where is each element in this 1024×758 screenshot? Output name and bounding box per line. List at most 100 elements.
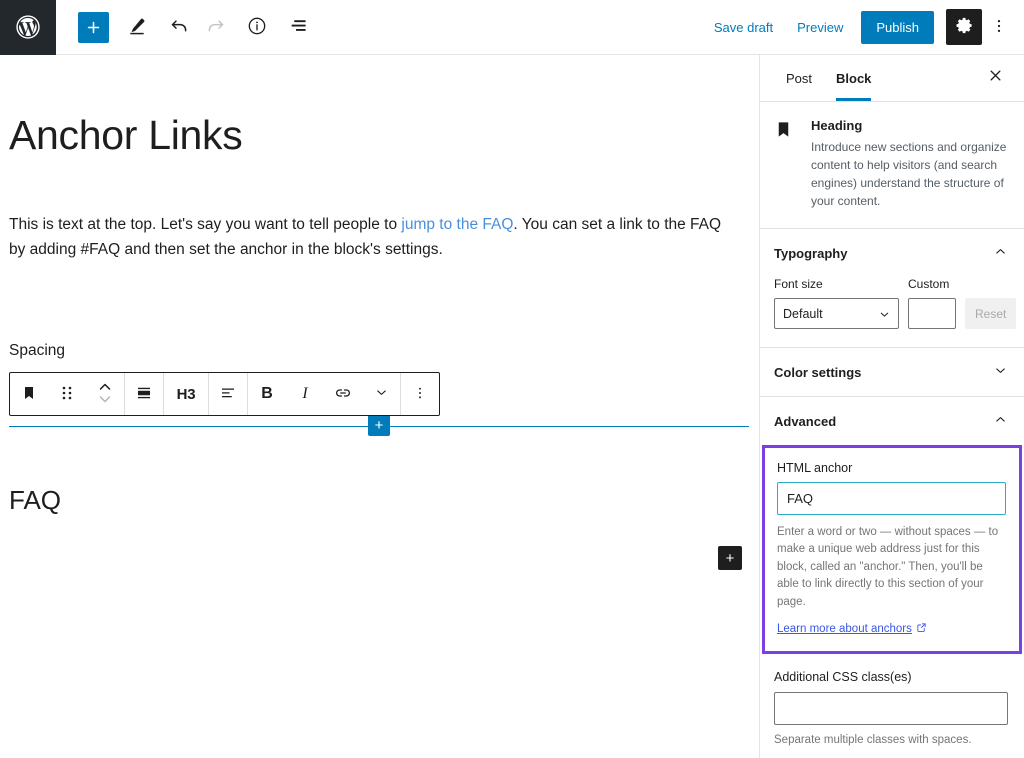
top-bar-right-tools: Save draft Preview Publish bbox=[702, 9, 1024, 45]
panel-header-typography[interactable]: Typography bbox=[760, 229, 1024, 277]
wordpress-logo-icon bbox=[14, 13, 42, 41]
post-title[interactable]: Anchor Links bbox=[9, 113, 242, 158]
redo-arrow-icon bbox=[205, 15, 226, 39]
list-view-button[interactable] bbox=[281, 9, 317, 45]
additional-css-classes-control: Additional CSS class(es) Separate multip… bbox=[760, 654, 1024, 746]
panel-header-color-settings[interactable]: Color settings bbox=[760, 348, 1024, 397]
paragraph-block[interactable]: This is text at the top. Let's say you w… bbox=[9, 212, 723, 262]
editor-top-bar: Save draft Preview Publish bbox=[0, 0, 1024, 55]
add-block-toggle-button[interactable] bbox=[78, 12, 109, 43]
block-toolbar-group-options bbox=[401, 373, 439, 415]
reset-font-size-button[interactable]: Reset bbox=[965, 298, 1016, 329]
settings-button[interactable] bbox=[946, 9, 982, 45]
gear-icon bbox=[955, 16, 974, 38]
html-anchor-input[interactable] bbox=[777, 482, 1006, 515]
change-block-type-button[interactable] bbox=[125, 373, 163, 415]
html-anchor-help-text: Enter a word or two — without spaces — t… bbox=[777, 524, 1006, 611]
wordpress-logo-button[interactable] bbox=[0, 0, 56, 55]
text-align-button[interactable] bbox=[209, 373, 247, 415]
block-card-title: Heading bbox=[811, 118, 1008, 133]
block-toolbar-group-transform bbox=[125, 373, 164, 415]
spacing-block-1[interactable]: Spacing bbox=[9, 342, 65, 360]
html-anchor-label: HTML anchor bbox=[777, 461, 1006, 475]
more-menu-button[interactable] bbox=[984, 9, 1014, 45]
panel-header-advanced[interactable]: Advanced bbox=[760, 397, 1024, 445]
typography-controls-row: Font size Default Custom Reset bbox=[774, 277, 1008, 329]
publish-button[interactable]: Publish bbox=[861, 11, 934, 44]
align-left-icon bbox=[219, 384, 237, 405]
edit-mode-button[interactable] bbox=[119, 9, 155, 45]
panel-title-advanced: Advanced bbox=[774, 414, 836, 429]
faq-heading-block[interactable]: FAQ bbox=[9, 485, 61, 516]
panel-title-typography: Typography bbox=[774, 246, 847, 261]
chevron-down-icon bbox=[374, 385, 389, 403]
block-transform-icon bbox=[135, 384, 153, 405]
block-type-heading-button[interactable] bbox=[10, 373, 48, 415]
block-card: Heading Introduce new sections and organ… bbox=[760, 102, 1024, 229]
jump-to-faq-link[interactable]: jump to the FAQ bbox=[401, 216, 513, 233]
link-icon bbox=[334, 384, 352, 405]
heading-level-button[interactable]: H3 bbox=[164, 373, 208, 415]
block-toolbar-group-format: B I bbox=[248, 373, 401, 415]
top-bar-left-tools bbox=[56, 9, 317, 45]
custom-font-size-input[interactable] bbox=[908, 298, 956, 329]
vertical-ellipsis-icon bbox=[990, 17, 1008, 38]
custom-font-size-control: Custom bbox=[908, 277, 956, 329]
undo-button[interactable] bbox=[161, 9, 197, 45]
html-anchor-highlight: HTML anchor Enter a word or two — withou… bbox=[762, 445, 1022, 654]
block-card-text: Heading Introduce new sections and organ… bbox=[811, 118, 1008, 210]
panel-title-color-settings: Color settings bbox=[774, 365, 861, 380]
list-view-icon bbox=[289, 15, 310, 39]
tab-block[interactable]: Block bbox=[824, 56, 883, 100]
block-toolbar-group-level: H3 bbox=[164, 373, 209, 415]
learn-more-about-anchors-link[interactable]: Learn more about anchors bbox=[777, 622, 927, 636]
editor-canvas: Anchor Links This is text at the top. Le… bbox=[0, 55, 760, 758]
bold-button[interactable]: B bbox=[248, 373, 286, 415]
inline-inserter-button[interactable]: + bbox=[368, 414, 390, 436]
panel-body-typography: Font size Default Custom Reset bbox=[760, 277, 1024, 348]
info-circle-icon bbox=[247, 16, 267, 39]
css-classes-label: Additional CSS class(es) bbox=[774, 670, 1008, 684]
move-block-up-down-button[interactable] bbox=[86, 373, 124, 415]
details-button[interactable] bbox=[239, 9, 275, 45]
bookmark-icon bbox=[21, 385, 37, 404]
block-toolbar-group-block bbox=[10, 373, 125, 415]
preview-button[interactable]: Preview bbox=[785, 12, 855, 43]
sidebar-tabs: Post Block bbox=[760, 55, 1024, 102]
block-card-description: Introduce new sections and organize cont… bbox=[811, 138, 1008, 210]
drag-dots-icon bbox=[61, 385, 73, 404]
settings-sidebar: Post Block Heading Introduce new section… bbox=[760, 55, 1024, 758]
block-options-button[interactable] bbox=[401, 373, 439, 415]
close-sidebar-button[interactable] bbox=[980, 63, 1010, 93]
chevron-up-icon bbox=[993, 412, 1008, 430]
more-rich-text-button[interactable] bbox=[362, 373, 400, 415]
block-toolbar: H3 B I bbox=[9, 372, 440, 416]
redo-button[interactable] bbox=[197, 9, 233, 45]
wordpress-block-editor: Save draft Preview Publish bbox=[0, 0, 1024, 758]
font-size-value: Default bbox=[783, 307, 823, 321]
drag-handle-button[interactable] bbox=[48, 373, 86, 415]
paragraph-text-before: This is text at the top. Let's say you w… bbox=[9, 216, 401, 233]
css-classes-help-text: Separate multiple classes with spaces. bbox=[774, 734, 1008, 746]
block-toolbar-group-align bbox=[209, 373, 248, 415]
bookmark-icon bbox=[774, 118, 798, 210]
add-block-button[interactable]: + bbox=[718, 546, 742, 570]
font-size-label: Font size bbox=[774, 277, 899, 291]
tab-post[interactable]: Post bbox=[774, 56, 824, 100]
chevron-down-icon bbox=[993, 363, 1008, 381]
close-icon bbox=[988, 68, 1003, 88]
save-draft-button[interactable]: Save draft bbox=[702, 12, 785, 43]
undo-arrow-icon bbox=[169, 15, 190, 39]
italic-button[interactable]: I bbox=[286, 373, 324, 415]
pencil-icon bbox=[127, 16, 147, 39]
font-size-select[interactable]: Default bbox=[774, 298, 899, 329]
css-classes-input[interactable] bbox=[774, 692, 1008, 725]
custom-label: Custom bbox=[908, 277, 956, 291]
font-size-control: Font size Default bbox=[774, 277, 899, 329]
chevron-up-icon bbox=[993, 244, 1008, 262]
link-button[interactable] bbox=[324, 373, 362, 415]
external-link-icon bbox=[916, 622, 927, 636]
learn-more-label: Learn more about anchors bbox=[777, 623, 912, 635]
vertical-ellipsis-icon bbox=[412, 385, 428, 404]
chevron-up-down-icon bbox=[98, 380, 112, 409]
